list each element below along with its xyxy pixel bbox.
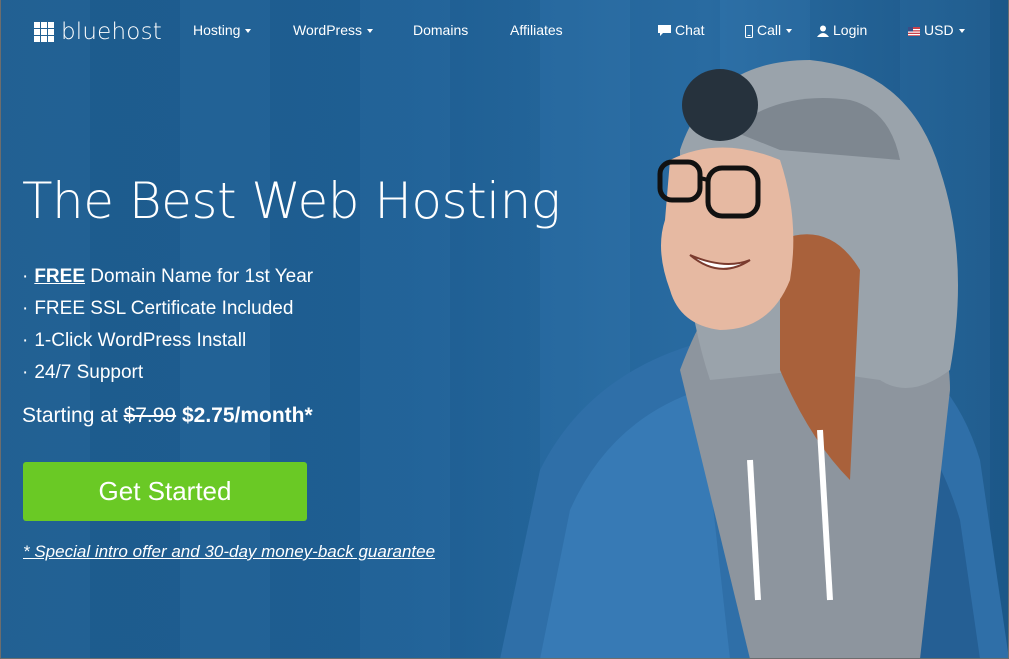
nav-chat[interactable]: Chat	[658, 22, 705, 38]
brand-logo[interactable]: bluehost	[34, 19, 162, 45]
chat-bubble-icon	[658, 25, 671, 37]
bullet-dot: ·	[22, 330, 29, 351]
hero-photo	[500, 60, 1009, 659]
chevron-down-icon	[245, 29, 252, 34]
feature-item: · 1-Click WordPress Install	[22, 329, 313, 361]
top-nav: bluehost Hosting WordPress Domains Affil…	[0, 0, 1009, 62]
nav-login[interactable]: Login	[817, 22, 867, 38]
feature-item: · FREE SSL Certificate Included	[22, 297, 313, 329]
grid-logo-icon	[34, 22, 54, 42]
feature-item: · 24/7 Support	[22, 361, 313, 393]
bullet-dot: ·	[22, 266, 29, 287]
us-flag-icon	[908, 26, 920, 36]
nav-wordpress-label: WordPress	[293, 22, 362, 38]
nav-hosting-label: Hosting	[193, 22, 241, 38]
chevron-down-icon	[958, 29, 965, 34]
guarantee-link[interactable]: * Special intro offer and 30-day money-b…	[23, 542, 435, 562]
new-price: $2.75/month*	[181, 404, 313, 427]
nav-affiliates-label: Affiliates	[510, 22, 563, 38]
feature-text: 1-Click WordPress Install	[34, 330, 247, 351]
feature-text: FREE SSL Certificate Included	[34, 298, 294, 319]
chevron-down-icon	[786, 29, 793, 34]
user-icon	[817, 25, 829, 38]
feature-text: 24/7 Support	[34, 362, 144, 383]
nav-login-label: Login	[833, 22, 868, 38]
hero-headline: The Best Web Hosting	[22, 172, 561, 230]
free-highlight[interactable]: FREE	[34, 266, 85, 287]
currency-selector[interactable]: USD	[908, 22, 965, 38]
pricing-line: Starting at $7.99 $2.75/month*	[22, 404, 313, 428]
feature-item: · FREE Domain Name for 1st Year	[22, 265, 313, 297]
old-price: $7.99	[123, 404, 177, 427]
chevron-down-icon	[366, 29, 373, 34]
nav-affiliates[interactable]: Affiliates	[510, 22, 563, 38]
feature-text: Domain Name for 1st Year	[85, 266, 314, 287]
pricing-prefix: Starting at	[22, 404, 124, 427]
nav-hosting[interactable]: Hosting	[193, 22, 252, 38]
currency-label: USD	[924, 22, 954, 38]
get-started-button[interactable]: Get Started	[23, 462, 307, 521]
nav-domains[interactable]: Domains	[413, 22, 468, 38]
nav-call-label: Call	[757, 22, 782, 38]
bullet-dot: ·	[22, 298, 29, 319]
nav-call[interactable]: Call	[745, 22, 793, 38]
nav-domains-label: Domains	[413, 22, 469, 38]
feature-list: · FREE Domain Name for 1st Year · FREE SSL…	[22, 265, 313, 393]
nav-wordpress[interactable]: WordPress	[293, 22, 373, 38]
phone-icon	[745, 24, 753, 38]
nav-chat-label: Chat	[675, 22, 705, 38]
brand-name: bluehost	[61, 19, 162, 45]
bullet-dot: ·	[22, 362, 29, 383]
